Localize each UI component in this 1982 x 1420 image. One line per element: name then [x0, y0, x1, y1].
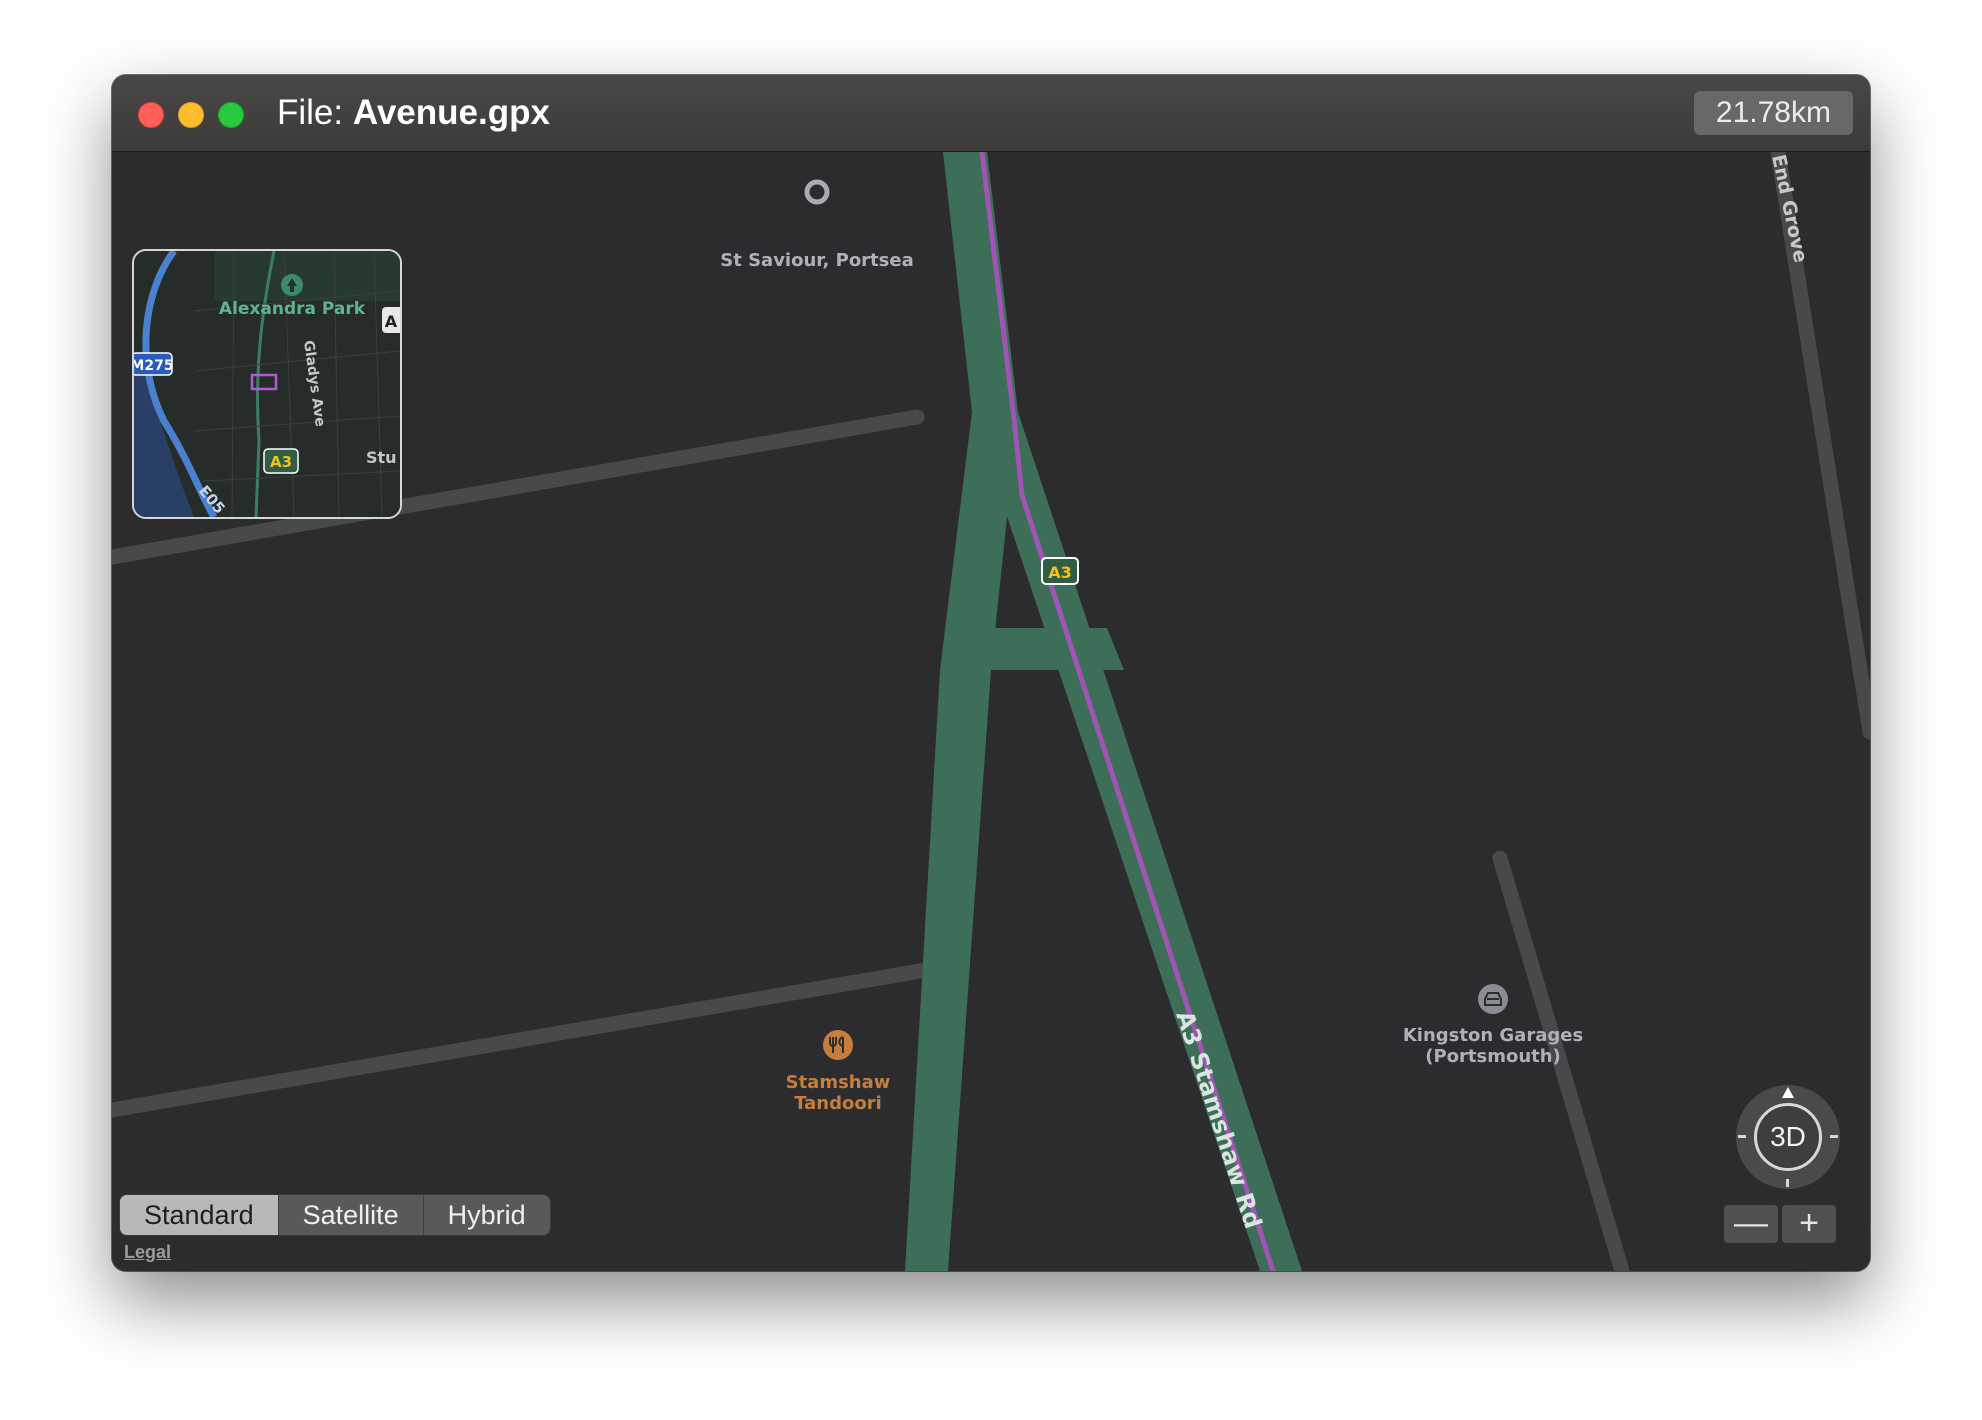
title-bar: File: Avenue.gpx 21.78km [112, 75, 1870, 152]
compass-tick-east [1830, 1135, 1838, 1138]
minimize-button[interactable] [178, 102, 204, 128]
minimap-park-label: Alexandra Park [219, 299, 366, 319]
app-window: File: Avenue.gpx 21.78km A3 A3 Stamshaw … [112, 75, 1870, 1271]
close-button[interactable] [138, 102, 164, 128]
north-arrow-icon [1782, 1087, 1794, 1098]
minimap-canvas: Alexandra Park Gladys Ave M275 A3 E05 St… [134, 251, 400, 517]
restaurant-icon[interactable] [823, 1030, 853, 1060]
minimap-a3-shield-text: A3 [270, 453, 292, 471]
poi-kingston-garages-label[interactable]: Kingston Garages (Portsmouth) [1393, 1025, 1593, 1067]
map-type-hybrid[interactable]: Hybrid [424, 1195, 550, 1235]
title-filename: Avenue.gpx [352, 93, 550, 132]
overview-minimap[interactable]: Alexandra Park Gladys Ave M275 A3 E05 St… [132, 249, 402, 519]
poi-stamshaw-tandoori-label[interactable]: Stamshaw Tandoori [783, 1072, 893, 1114]
map-type-satellite[interactable]: Satellite [279, 1195, 424, 1235]
zoom-out-button[interactable]: — [1724, 1205, 1778, 1243]
garage-icon[interactable] [1478, 984, 1508, 1014]
zoom-window-button[interactable] [218, 102, 244, 128]
poi-st-saviour-label[interactable]: St Saviour, Portsea [720, 250, 913, 271]
legal-link[interactable]: Legal [124, 1242, 171, 1263]
compass-tick-west [1738, 1135, 1746, 1138]
minimap-stu-label: Stu [366, 448, 397, 467]
major-road-connector [941, 628, 1124, 670]
a3-shield-text: A3 [1048, 563, 1072, 582]
map-type-standard[interactable]: Standard [120, 1195, 279, 1235]
3d-toggle-button[interactable]: 3D [1754, 1103, 1822, 1171]
a3-shield: A3 [1041, 557, 1079, 585]
m275-shield-text: M275 [134, 358, 174, 374]
compass-control[interactable]: 3D [1736, 1085, 1840, 1189]
zoom-in-button[interactable]: + [1782, 1205, 1836, 1243]
window-title: File: Avenue.gpx [277, 93, 550, 133]
minimap-a-badge-text: A [385, 312, 398, 331]
zoom-controls: — + [1724, 1205, 1836, 1243]
distance-badge: 21.78km [1693, 91, 1853, 135]
map-view[interactable]: A3 A3 Stamshaw Rd End Grove St Saviour, … [112, 152, 1870, 1271]
map-type-segmented-control: Standard Satellite Hybrid [120, 1195, 550, 1235]
compass-tick-south [1786, 1179, 1789, 1187]
title-prefix: File: [277, 93, 344, 132]
